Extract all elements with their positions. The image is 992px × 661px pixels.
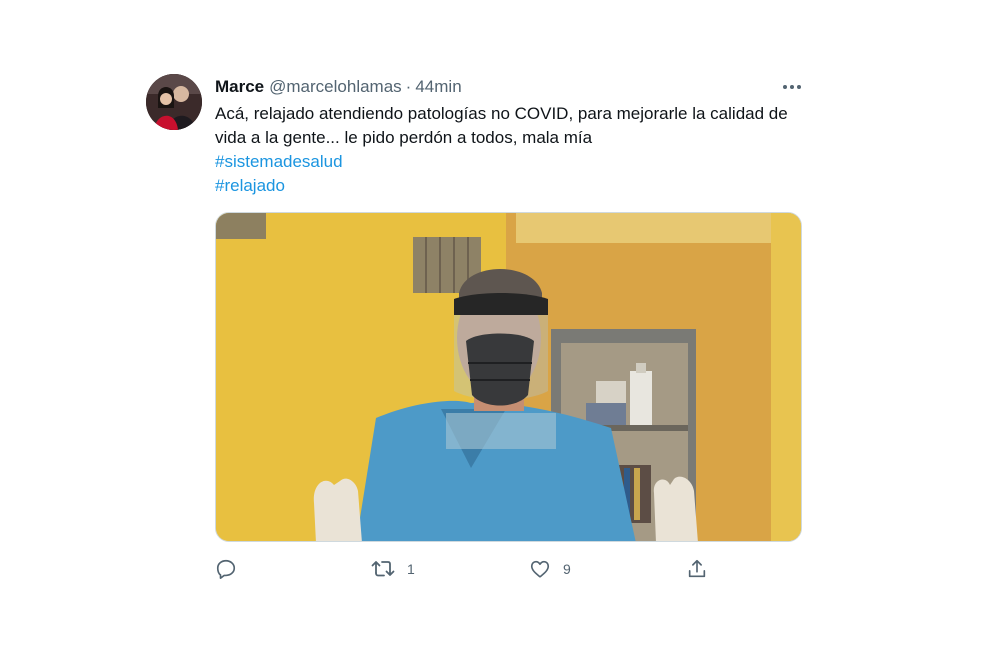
tweet-actions: 1 9 [215, 556, 715, 582]
separator: · [405, 77, 412, 96]
tweet[interactable]: Marce @marcelohlamas · 44min Acá, relaja… [0, 0, 992, 661]
share-button[interactable] [686, 556, 708, 582]
user-name[interactable]: Marce [215, 77, 264, 97]
tweet-photo[interactable] [215, 212, 802, 542]
share-icon [688, 559, 706, 578]
tweet-header: Marce @marcelohlamas · 44min [215, 76, 462, 98]
heart-icon [530, 560, 550, 578]
tweet-text: Acá, relajado atendiendo patologías no C… [215, 104, 788, 147]
user-handle[interactable]: @marcelohlamas [269, 77, 402, 97]
photo-image [216, 213, 801, 541]
hashtag-sistemadesalud[interactable]: #sistemadesalud [215, 150, 805, 174]
tweet-text-block: Acá, relajado atendiendo patologías no C… [215, 102, 805, 198]
like-button[interactable]: 9 [529, 556, 571, 582]
retweet-button[interactable]: 1 [371, 556, 415, 582]
tweet-timestamp[interactable]: 44min [415, 77, 461, 97]
more-button[interactable] [780, 76, 804, 98]
avatar-image [146, 74, 202, 130]
like-count: 9 [563, 561, 571, 577]
more-dots-icon [783, 85, 801, 89]
avatar[interactable] [146, 74, 202, 130]
retweet-count: 1 [407, 561, 415, 577]
reply-button[interactable] [215, 556, 249, 582]
retweet-icon [371, 561, 395, 577]
hashtag-relajado[interactable]: #relajado [215, 174, 805, 198]
reply-icon [216, 559, 236, 579]
